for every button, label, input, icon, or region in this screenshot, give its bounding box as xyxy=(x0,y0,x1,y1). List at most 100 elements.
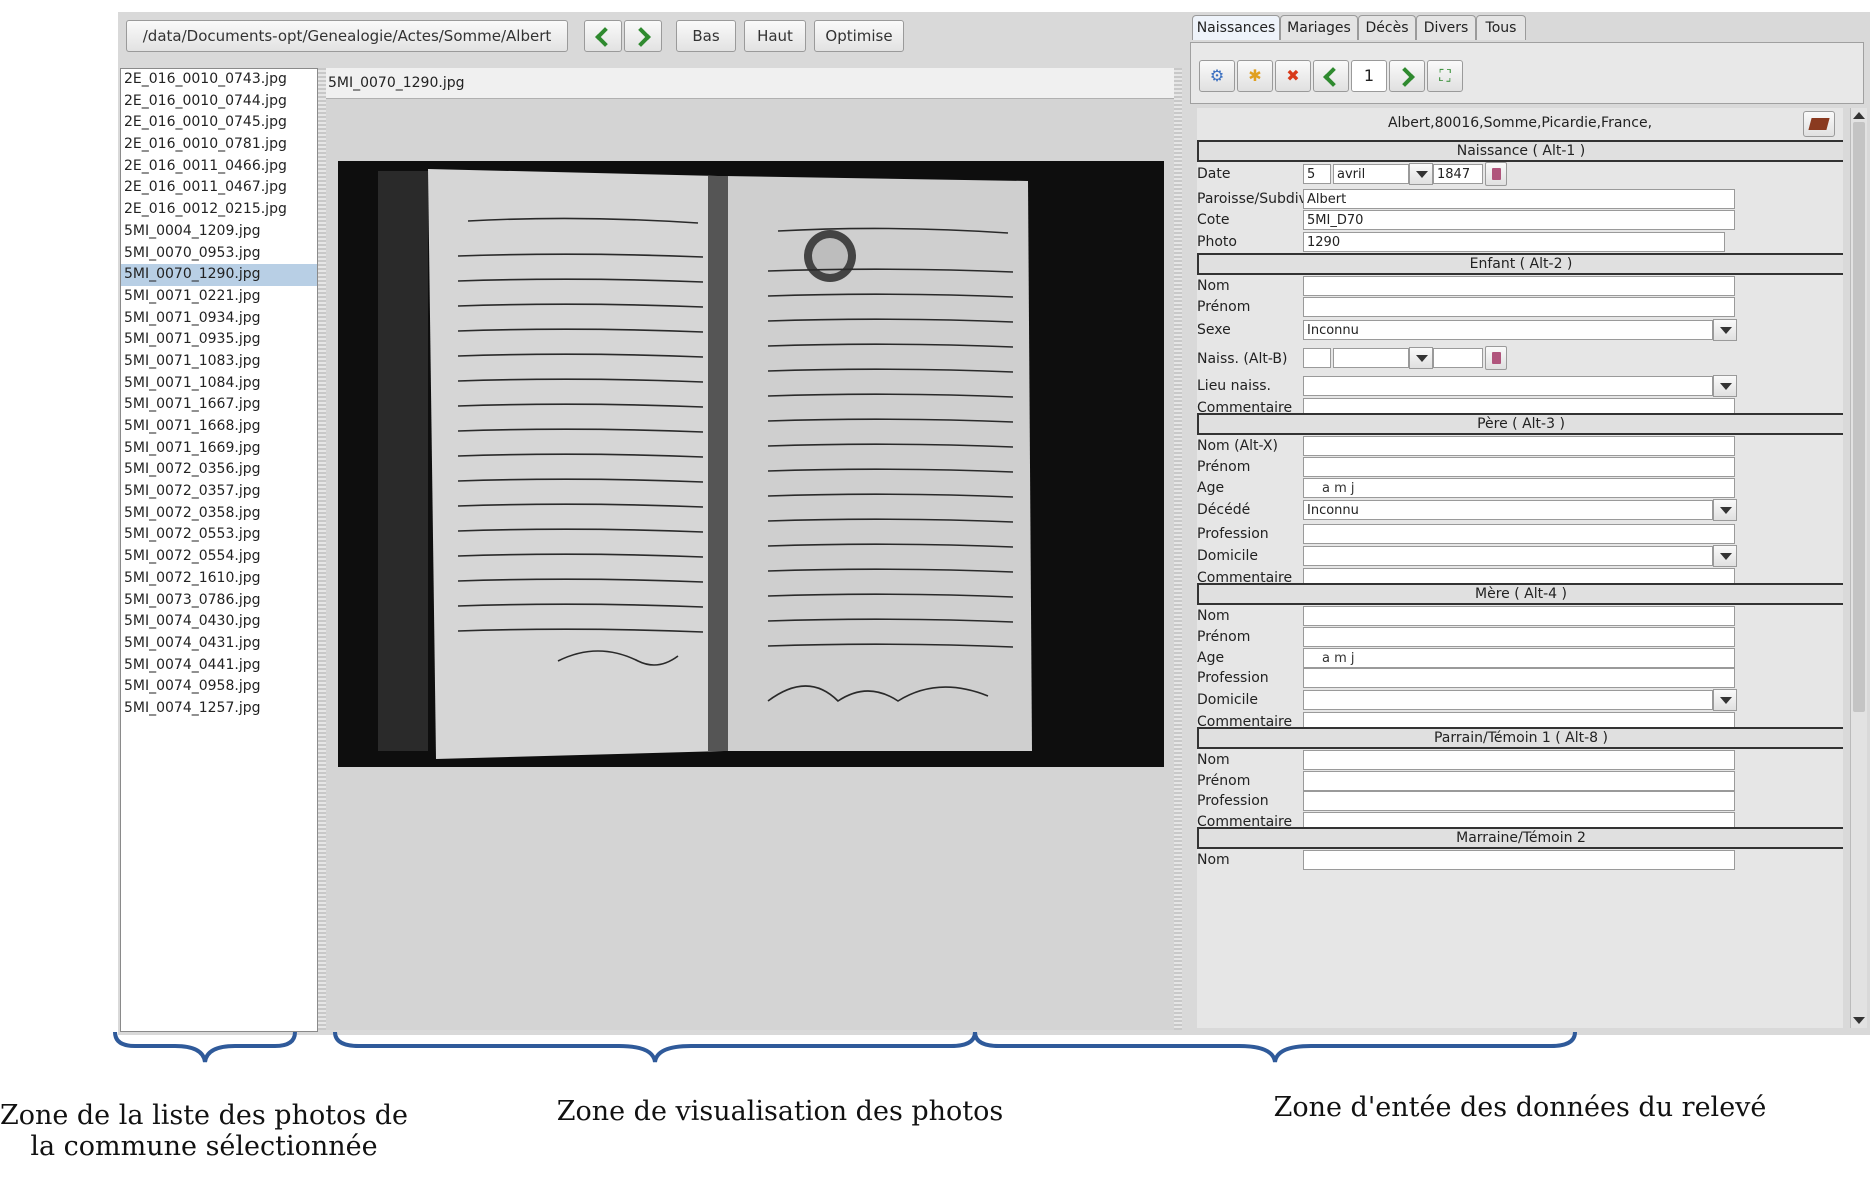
pere-profession-field[interactable] xyxy=(1303,524,1735,544)
file-list-item[interactable]: 5MI_0071_1083.jpg xyxy=(121,351,317,373)
optimise-button[interactable]: Optimise xyxy=(814,20,904,52)
pere-nom-field[interactable] xyxy=(1303,436,1735,456)
file-list-item[interactable]: 5MI_0071_1669.jpg xyxy=(121,438,317,460)
next-record-button[interactable] xyxy=(1389,60,1425,92)
file-list-item[interactable]: 2E_016_0010_0745.jpg xyxy=(121,112,317,134)
file-list-item[interactable]: 2E_016_0011_0467.jpg xyxy=(121,177,317,199)
file-list-item[interactable]: 5MI_0074_0431.jpg xyxy=(121,633,317,655)
file-list-item[interactable]: 5MI_0074_0441.jpg xyxy=(121,655,317,677)
file-list-item[interactable]: 5MI_0072_1610.jpg xyxy=(121,568,317,590)
tab-naissances[interactable]: Naissances xyxy=(1192,15,1280,40)
file-list-item[interactable]: 5MI_0071_0935.jpg xyxy=(121,329,317,351)
file-list-item[interactable]: 5MI_0071_0221.jpg xyxy=(121,286,317,308)
naiss-calendar-icon[interactable] xyxy=(1485,346,1507,370)
file-list-item[interactable]: 2E_016_0012_0215.jpg xyxy=(121,199,317,221)
naiss-month-dropdown[interactable] xyxy=(1409,347,1433,369)
tab-mariages[interactable]: Mariages xyxy=(1280,15,1358,40)
file-list-item[interactable]: 2E_016_0011_0466.jpg xyxy=(121,156,317,178)
right-splitter[interactable] xyxy=(1174,68,1182,1030)
marraine-nom-field[interactable] xyxy=(1303,850,1735,870)
file-list-item[interactable]: 5MI_0072_0357.jpg xyxy=(121,481,317,503)
file-list-item[interactable]: 5MI_0071_1668.jpg xyxy=(121,416,317,438)
file-list-item[interactable]: 5MI_0070_0953.jpg xyxy=(121,243,317,265)
previous-record-button[interactable] xyxy=(1313,60,1349,92)
photo-field[interactable]: 1290 xyxy=(1303,232,1725,252)
date-month-dropdown[interactable] xyxy=(1409,163,1433,185)
photo-file-list[interactable]: 2E_016_0010_0743.jpg 2E_016_0010_0744.jpg… xyxy=(120,68,318,1032)
file-list-item[interactable]: 5MI_0070_1290.jpg xyxy=(121,264,317,286)
sexe-select[interactable]: Inconnu xyxy=(1303,320,1713,340)
scroll-thumb[interactable] xyxy=(1853,122,1865,712)
file-list-item[interactable]: 5MI_0074_1257.jpg xyxy=(121,698,317,720)
photo-viewer: 5MI_0070_1290.jpg xyxy=(326,68,1196,1030)
new-record-button[interactable]: ✱ xyxy=(1237,60,1273,92)
lieu-naiss-field[interactable] xyxy=(1303,376,1713,396)
tab-divers[interactable]: Divers xyxy=(1416,15,1476,40)
file-list-item[interactable]: 5MI_0073_0786.jpg xyxy=(121,590,317,612)
file-list-item[interactable]: 2E_016_0010_0743.jpg xyxy=(121,69,317,91)
pere-age-field[interactable]: a m j xyxy=(1303,478,1735,498)
naiss-label: Naiss. (Alt-B) xyxy=(1197,351,1288,367)
pere-domicile-dropdown[interactable] xyxy=(1713,545,1737,567)
enfant-nom-field[interactable] xyxy=(1303,276,1735,296)
paroisse-field[interactable]: Albert xyxy=(1303,189,1735,209)
file-list-item[interactable]: 5MI_0074_0958.jpg xyxy=(121,676,317,698)
form-scrollbar[interactable] xyxy=(1850,108,1867,1028)
file-list-item[interactable]: 5MI_0072_0554.jpg xyxy=(121,546,317,568)
settings-button[interactable]: ⚙ xyxy=(1199,60,1235,92)
previous-folder-button[interactable] xyxy=(584,20,622,52)
mere-prenom-label: Prénom xyxy=(1197,629,1251,645)
parrain-nom-field[interactable] xyxy=(1303,750,1735,770)
left-splitter[interactable] xyxy=(318,68,326,1030)
date-month-select[interactable]: avril xyxy=(1333,164,1409,184)
record-number-field[interactable]: 1 xyxy=(1351,60,1387,92)
calendar-icon[interactable] xyxy=(1485,162,1507,186)
parrain-prenom-field[interactable] xyxy=(1303,771,1735,791)
date-day-field[interactable]: 5 xyxy=(1303,164,1331,184)
bas-button[interactable]: Bas xyxy=(676,20,736,52)
mere-age-field[interactable]: a m j xyxy=(1303,648,1735,668)
pere-domicile-field[interactable] xyxy=(1303,546,1713,566)
cote-field[interactable]: 5MI_D70 xyxy=(1303,210,1735,230)
naiss-day-field[interactable] xyxy=(1303,348,1331,368)
decede-select[interactable]: Inconnu xyxy=(1303,500,1713,520)
parrain-profession-field[interactable] xyxy=(1303,791,1735,811)
mere-nom-field[interactable] xyxy=(1303,606,1735,626)
next-folder-button[interactable] xyxy=(624,20,662,52)
file-list-item[interactable]: 5MI_0072_0358.jpg xyxy=(121,503,317,525)
file-list-item[interactable]: 5MI_0004_1209.jpg xyxy=(121,221,317,243)
date-label: Date xyxy=(1197,166,1231,182)
mere-domicile-dropdown[interactable] xyxy=(1713,689,1737,711)
naiss-month-select[interactable] xyxy=(1333,348,1409,368)
tab-deces[interactable]: Décès xyxy=(1358,15,1416,40)
fit-view-button[interactable]: ⛶ xyxy=(1427,60,1463,92)
mere-domicile-field[interactable] xyxy=(1303,690,1713,710)
file-list-item[interactable]: 5MI_0071_1667.jpg xyxy=(121,394,317,416)
sexe-dropdown[interactable] xyxy=(1713,319,1737,341)
lieu-naiss-dropdown[interactable] xyxy=(1713,375,1737,397)
date-year-field[interactable]: 1847 xyxy=(1433,164,1483,184)
folder-path-button[interactable]: /data/Documents-opt/Genealogie/Actes/Som… xyxy=(126,20,568,52)
file-list-item[interactable]: 5MI_0071_1084.jpg xyxy=(121,373,317,395)
delete-icon: ✖ xyxy=(1286,66,1300,85)
file-list-item[interactable]: 5MI_0074_0430.jpg xyxy=(121,611,317,633)
register-photo[interactable] xyxy=(338,161,1164,767)
decede-dropdown[interactable] xyxy=(1713,499,1737,521)
file-list-item[interactable]: 5MI_0072_0356.jpg xyxy=(121,459,317,481)
scroll-up-icon[interactable] xyxy=(1853,112,1865,119)
file-list-item[interactable]: 5MI_0071_0934.jpg xyxy=(121,308,317,330)
pere-prenom-field[interactable] xyxy=(1303,457,1735,477)
tab-tous[interactable]: Tous xyxy=(1476,15,1526,40)
haut-button[interactable]: Haut xyxy=(744,20,806,52)
mere-profession-field[interactable] xyxy=(1303,668,1735,688)
cote-label: Cote xyxy=(1197,212,1230,228)
mere-prenom-field[interactable] xyxy=(1303,627,1735,647)
file-list-item[interactable]: 2E_016_0010_0744.jpg xyxy=(121,91,317,113)
scroll-down-icon[interactable] xyxy=(1853,1017,1865,1024)
file-list-item[interactable]: 5MI_0072_0553.jpg xyxy=(121,524,317,546)
place-book-button[interactable] xyxy=(1803,111,1835,137)
enfant-prenom-field[interactable] xyxy=(1303,297,1735,317)
naiss-year-field[interactable] xyxy=(1433,348,1483,368)
file-list-item[interactable]: 2E_016_0010_0781.jpg xyxy=(121,134,317,156)
delete-record-button[interactable]: ✖ xyxy=(1275,60,1311,92)
